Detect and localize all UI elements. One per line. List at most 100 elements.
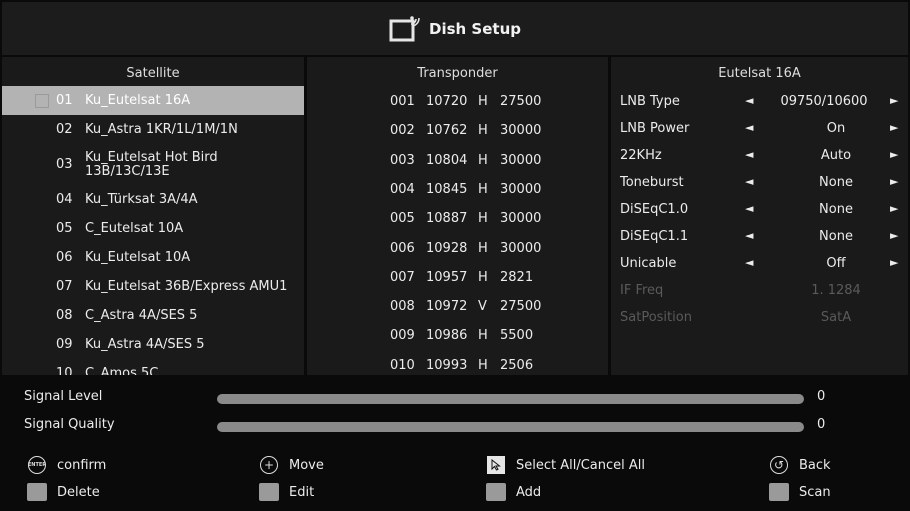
satellite-row[interactable]: 09 Ku_Astra 4A/SES 5 <box>2 330 304 359</box>
satellite-row[interactable]: 08 C_Astra 4A/SES 5 <box>2 301 304 330</box>
transponder-row[interactable]: 010 10993 H 2506 <box>307 354 608 375</box>
arrow-left-icon[interactable]: ◄ <box>745 202 753 215</box>
param-row[interactable]: Unicable ◄ ► Off <box>611 252 908 278</box>
param-row[interactable]: Toneburst ◄ ► None <box>611 171 908 197</box>
page-title: Dish Setup <box>429 19 521 38</box>
param-value: Auto <box>820 148 852 163</box>
transponder-row[interactable]: 005 10887 H 30000 <box>307 207 608 233</box>
satellite-number: 06 <box>56 250 73 265</box>
signal-level-value: 0 <box>817 389 826 404</box>
transponder-row[interactable]: 004 10845 H 30000 <box>307 178 608 204</box>
arrow-right-icon[interactable]: ► <box>890 256 898 269</box>
transponder-row[interactable]: 003 10804 H 30000 <box>307 149 608 175</box>
satellite-number: 10 <box>56 366 73 375</box>
scan-label: Scan <box>799 484 831 500</box>
select-cursor-icon <box>487 456 505 474</box>
move-hint[interactable]: + Move <box>259 454 324 476</box>
arrow-left-icon[interactable]: ◄ <box>745 94 753 107</box>
dish-setup-icon <box>389 14 421 44</box>
transponder-number: 003 <box>390 152 415 168</box>
delete-label: Delete <box>57 484 100 500</box>
select-all-label: Select All/Cancel All <box>516 457 646 473</box>
param-row: IF Freq 1. 1284 <box>611 279 908 305</box>
transponder-row[interactable]: 001 10720 H 27500 <box>307 90 608 116</box>
signal-quality-row: Signal Quality 0 <box>2 414 908 438</box>
param-row[interactable]: DiSEqC1.1 ◄ ► None <box>611 225 908 251</box>
arrow-right-icon[interactable]: ► <box>890 148 898 161</box>
transponder-row[interactable]: 008 10972 V 27500 <box>307 295 608 321</box>
confirm-hint[interactable]: ENTER confirm <box>27 454 106 476</box>
scan-hint[interactable]: Scan <box>769 481 831 503</box>
add-hint[interactable]: Add <box>486 481 541 503</box>
blue-button-icon <box>769 483 789 501</box>
transponder-frequency: 10720 <box>426 94 468 109</box>
arrow-left-icon[interactable]: ◄ <box>745 148 753 161</box>
back-icon: ↺ <box>770 456 788 474</box>
param-row[interactable]: DiSEqC1.0 ◄ ► None <box>611 198 908 224</box>
confirm-label: confirm <box>57 457 107 473</box>
arrow-right-icon[interactable]: ► <box>890 94 898 107</box>
back-hint[interactable]: ↺ Back <box>769 454 831 476</box>
satellite-number: 04 <box>56 192 73 207</box>
dish-setup-screen: Dish Setup Satellite 01 Ku_Eutelsat 16A 02… <box>0 0 910 511</box>
satellite-number: 05 <box>56 221 73 236</box>
transponder-number: 005 <box>390 211 415 227</box>
satellite-name: Ku_Eutelsat Hot Bird 13B/13C/13E <box>85 149 218 179</box>
arrow-left-icon[interactable]: ◄ <box>745 256 753 269</box>
param-label: DiSEqC1.1 <box>620 229 689 244</box>
arrow-right-icon[interactable]: ► <box>890 229 898 242</box>
param-row[interactable]: 22KHz ◄ ► Auto <box>611 144 908 170</box>
select-all-hint[interactable]: Select All/Cancel All <box>486 454 645 476</box>
satellite-number: 07 <box>56 279 73 294</box>
satellite-row[interactable]: 01 Ku_Eutelsat 16A <box>2 86 304 115</box>
arrow-left-icon[interactable]: ◄ <box>745 121 753 134</box>
transponder-polarization: H <box>478 211 488 227</box>
transponder-number: 009 <box>390 328 415 344</box>
transponder-number: 010 <box>390 357 415 373</box>
param-row[interactable]: LNB Type ◄ ► 09750/10600 <box>611 90 908 116</box>
transponder-polarization: H <box>478 357 488 373</box>
transponder-row[interactable]: 002 10762 H 30000 <box>307 119 608 145</box>
signal-level-row: Signal Level 0 <box>2 386 908 410</box>
transponder-row[interactable]: 007 10957 H 2821 <box>307 266 608 292</box>
transponder-frequency: 10986 <box>426 328 468 344</box>
param-label: Unicable <box>620 256 677 271</box>
arrow-right-icon[interactable]: ► <box>890 175 898 188</box>
satellite-list: 01 Ku_Eutelsat 16A 02 Ku_Astra 1KR/1L/1M/1N… <box>2 86 304 375</box>
transponder-number: 008 <box>390 299 415 315</box>
transponder-symbol-rate: 27500 <box>500 94 542 109</box>
arrow-right-icon[interactable]: ► <box>890 202 898 215</box>
transponder-frequency: 10928 <box>426 240 468 256</box>
delete-hint[interactable]: Delete <box>27 481 100 503</box>
transponder-row[interactable]: 006 10928 H 30000 <box>307 237 608 263</box>
satellite-number: 03 <box>56 157 73 172</box>
satellite-row[interactable]: 04 Ku_Türksat 3A/4A <box>2 185 304 214</box>
enter-key-icon: ENTER <box>28 456 46 474</box>
satellite-row[interactable]: 06 Ku_Eutelsat 10A <box>2 243 304 272</box>
arrow-right-icon[interactable]: ► <box>890 121 898 134</box>
satellite-number: 02 <box>56 122 73 137</box>
satellite-name: Ku_Astra 4A/SES 5 <box>85 336 205 352</box>
param-label: SatPosition <box>620 310 692 325</box>
transponder-frequency: 10762 <box>426 123 468 139</box>
transponder-number: 002 <box>390 123 415 139</box>
satellite-row[interactable]: 07 Ku_Eutelsat 36B/Express AMU1 <box>2 272 304 301</box>
yellow-button-icon <box>486 483 506 501</box>
satellite-row[interactable]: 10 C_Amos 5C <box>2 359 304 375</box>
arrow-left-icon[interactable]: ◄ <box>745 175 753 188</box>
transponder-symbol-rate: 30000 <box>500 152 542 168</box>
satellite-number: 08 <box>56 308 73 323</box>
param-row[interactable]: LNB Power ◄ ► On <box>611 117 908 143</box>
satellite-row[interactable]: 05 C_Eutelsat 10A <box>2 214 304 243</box>
arrow-left-icon[interactable]: ◄ <box>745 229 753 242</box>
param-label: IF Freq <box>620 283 664 298</box>
transponder-polarization: V <box>478 299 487 315</box>
satellite-row[interactable]: 03 Ku_Eutelsat Hot Bird 13B/13C/13E <box>2 144 304 185</box>
transponder-symbol-rate: 5500 <box>500 328 534 344</box>
satellite-checkbox[interactable] <box>35 93 49 108</box>
transponder-row[interactable]: 009 10986 H 5500 <box>307 324 608 350</box>
edit-hint[interactable]: Edit <box>259 481 314 503</box>
satellite-panel: Satellite 01 Ku_Eutelsat 16A 02 Ku_Astra 1K… <box>2 57 304 375</box>
satellite-row[interactable]: 02 Ku_Astra 1KR/1L/1M/1N <box>2 115 304 144</box>
transponder-polarization: H <box>478 152 488 168</box>
